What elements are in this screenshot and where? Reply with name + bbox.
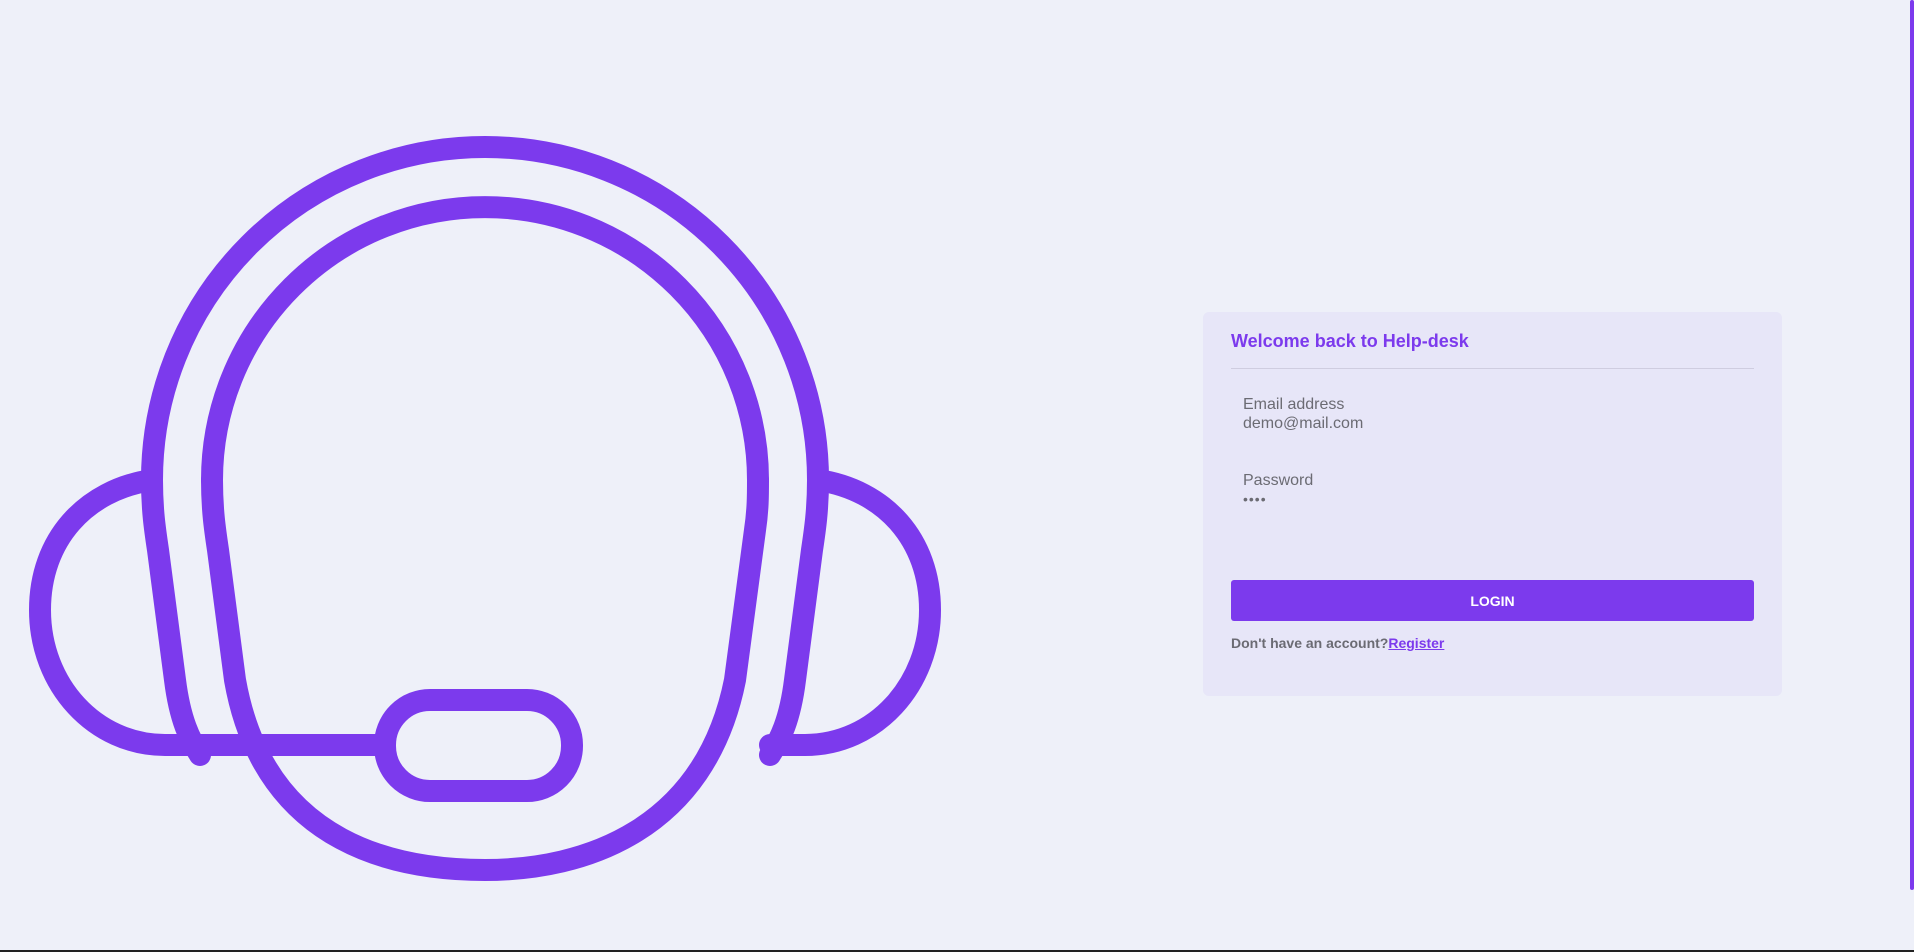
login-card: Welcome back to Help-desk Email address … [1203, 312, 1782, 696]
divider [1231, 368, 1754, 369]
password-input[interactable]: •••• [1243, 490, 1742, 509]
password-label: Password [1243, 472, 1314, 489]
password-field[interactable]: Password •••• [1231, 471, 1754, 515]
email-label: Email address [1243, 396, 1345, 413]
email-input[interactable]: demo@mail.com [1243, 414, 1742, 433]
register-row: Don't have an account?Register [1231, 635, 1754, 651]
login-button[interactable]: LOGIN [1231, 580, 1754, 621]
illustration-panel [0, 0, 980, 952]
register-prompt: Don't have an account? [1231, 635, 1389, 651]
email-field[interactable]: Email address demo@mail.com [1231, 395, 1754, 439]
login-page: Welcome back to Help-desk Email address … [0, 0, 1914, 952]
scrollbar[interactable] [1910, 0, 1914, 890]
headset-support-icon [29, 136, 941, 881]
register-link[interactable]: Register [1388, 635, 1444, 651]
card-title: Welcome back to Help-desk [1231, 331, 1469, 351]
